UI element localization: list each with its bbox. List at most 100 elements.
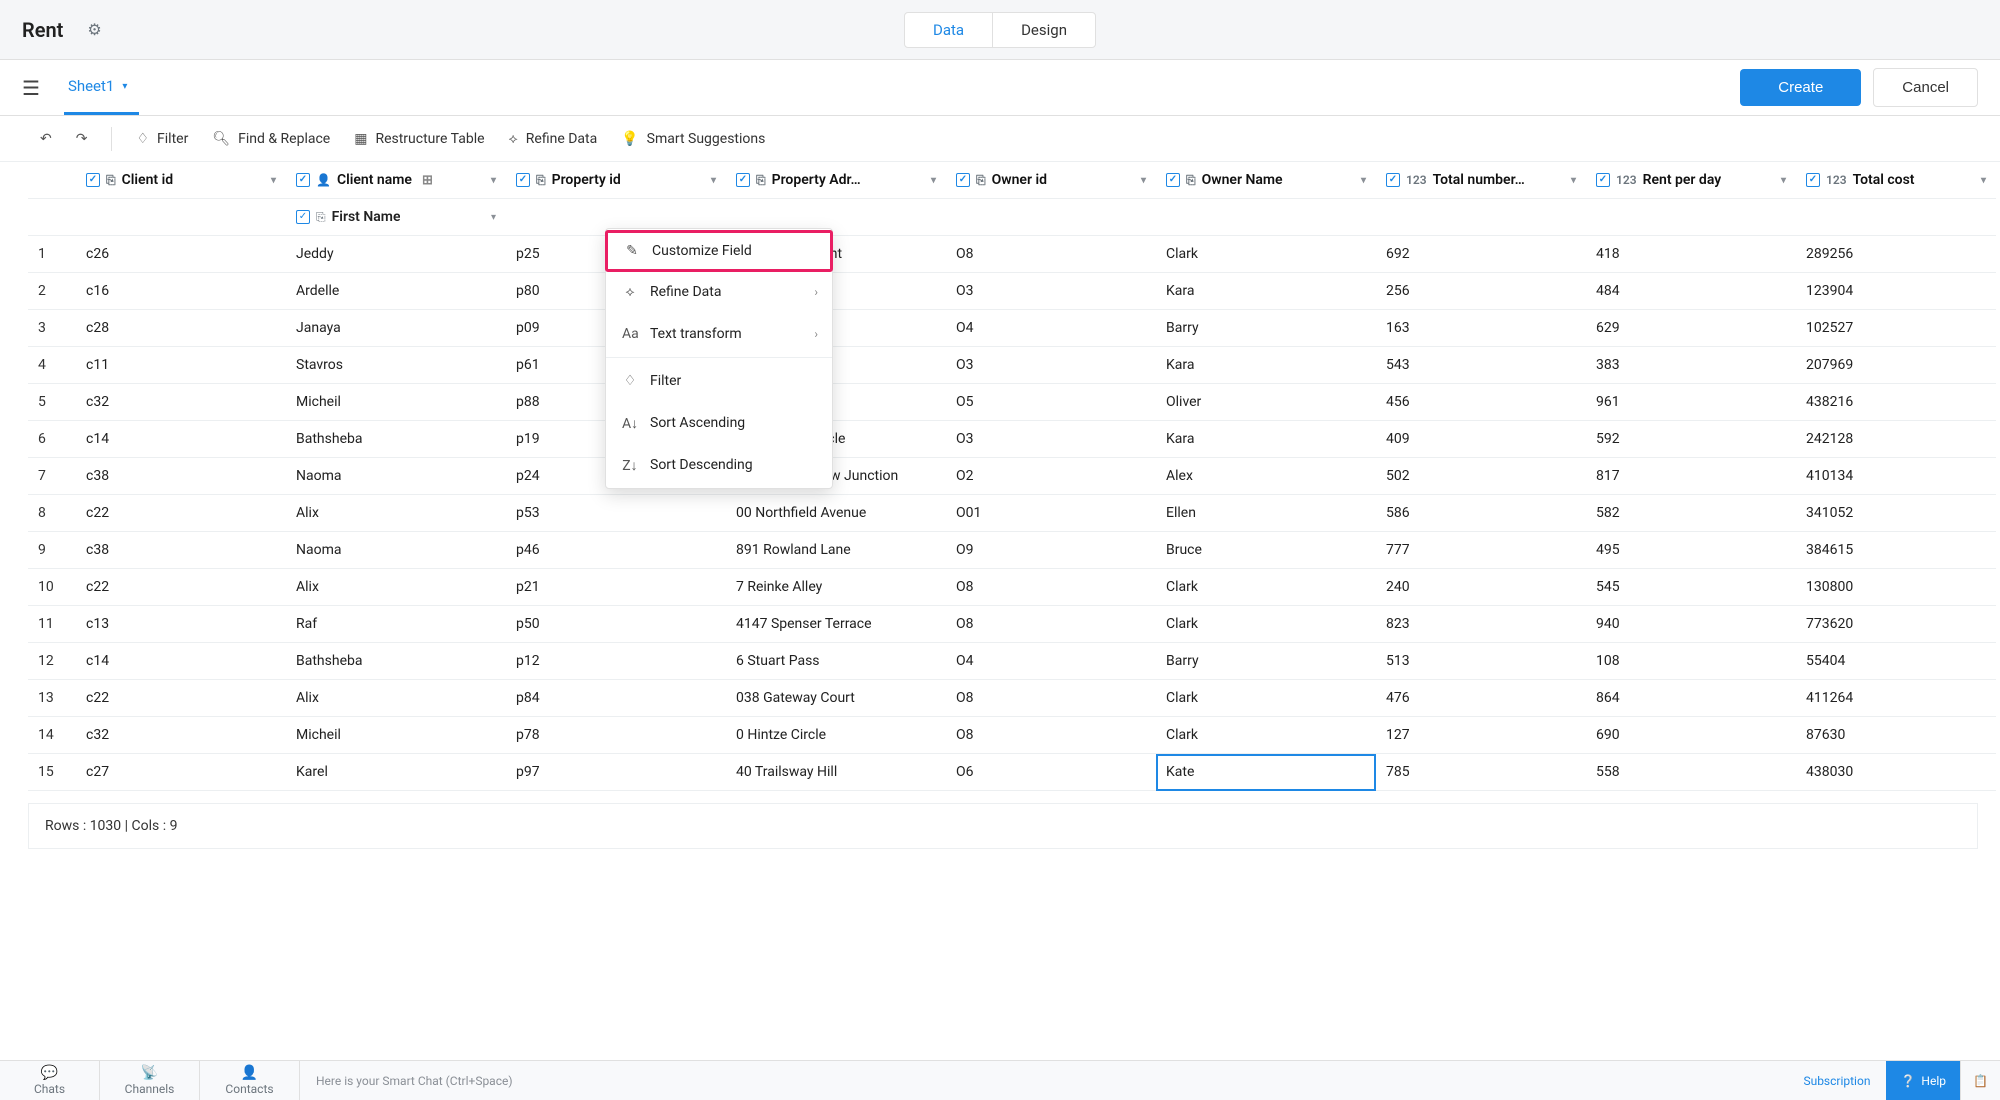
cell[interactable]: 102527: [1796, 310, 1996, 347]
cell[interactable]: c27: [76, 754, 286, 791]
cell[interactable]: 817: [1586, 458, 1796, 495]
cell[interactable]: 410134: [1796, 458, 1996, 495]
tab-data[interactable]: Data: [905, 13, 992, 47]
sheet-tab[interactable]: Sheet1 ▾: [64, 60, 139, 115]
menu-item[interactable]: ✎Customize Field: [605, 230, 833, 272]
cell[interactable]: Kara: [1156, 347, 1376, 384]
undo-button[interactable]: ↶: [40, 131, 52, 147]
cell[interactable]: Naoma: [286, 458, 506, 495]
cell[interactable]: 495: [1586, 532, 1796, 569]
cell[interactable]: O8: [946, 717, 1156, 754]
cell[interactable]: 6 Stuart Pass: [726, 643, 946, 680]
cell[interactable]: Karel: [286, 754, 506, 791]
column-header[interactable]: ✓⎘Property Adr…▾: [726, 162, 946, 199]
cell[interactable]: 87630: [1796, 717, 1996, 754]
cell[interactable]: 418: [1586, 236, 1796, 273]
cell[interactable]: Naoma: [286, 532, 506, 569]
cell[interactable]: 409: [1376, 421, 1586, 458]
help-button[interactable]: ❔ Help: [1886, 1061, 1960, 1100]
cell[interactable]: 823: [1376, 606, 1586, 643]
cell[interactable]: 384615: [1796, 532, 1996, 569]
chats-button[interactable]: 💬 Chats: [0, 1061, 100, 1100]
table-row[interactable]: 7c38Naomap2453 Park Meadow JunctionO2Ale…: [28, 458, 1996, 495]
cancel-button[interactable]: Cancel: [1873, 68, 1978, 107]
cell[interactable]: p78: [506, 717, 726, 754]
cell[interactable]: 411264: [1796, 680, 1996, 717]
cell[interactable]: c22: [76, 569, 286, 606]
cell[interactable]: 4147 Spenser Terrace: [726, 606, 946, 643]
cell[interactable]: 341052: [1796, 495, 1996, 532]
table-row[interactable]: 10c22Alixp217 Reinke AlleyO8Clark2405451…: [28, 569, 1996, 606]
cell[interactable]: 038 Gateway Court: [726, 680, 946, 717]
cell[interactable]: 592: [1586, 421, 1796, 458]
column-header[interactable]: ✓123Total number…▾: [1376, 162, 1586, 199]
cell[interactable]: p46: [506, 532, 726, 569]
checkbox-icon[interactable]: ✓: [736, 173, 750, 187]
cell[interactable]: 629: [1586, 310, 1796, 347]
cell[interactable]: c14: [76, 643, 286, 680]
cell[interactable]: p84: [506, 680, 726, 717]
clipboard-button[interactable]: 📋: [1960, 1061, 2000, 1100]
expand-icon[interactable]: ⊞: [422, 173, 433, 188]
cell[interactable]: 383: [1586, 347, 1796, 384]
cell[interactable]: 558: [1586, 754, 1796, 791]
restructure-table-button[interactable]: ▦Restructure Table: [354, 131, 484, 147]
cell[interactable]: O8: [946, 680, 1156, 717]
menu-item[interactable]: ⟡Refine Data›: [606, 271, 832, 313]
cell[interactable]: c32: [76, 717, 286, 754]
cell[interactable]: Alix: [286, 680, 506, 717]
cell[interactable]: 00 Northfield Avenue: [726, 495, 946, 532]
cell[interactable]: c16: [76, 273, 286, 310]
cell[interactable]: O2: [946, 458, 1156, 495]
cell[interactable]: c14: [76, 421, 286, 458]
table-row[interactable]: 5c32Micheilp88…ld TerraceO5Oliver4569614…: [28, 384, 1996, 421]
cell[interactable]: 891 Rowland Lane: [726, 532, 946, 569]
chevron-down-icon[interactable]: ▾: [931, 175, 936, 186]
table-row[interactable]: 13c22Alixp84038 Gateway CourtO8Clark4768…: [28, 680, 1996, 717]
cell[interactable]: O3: [946, 421, 1156, 458]
column-header[interactable]: ✓⎘Owner id▾: [946, 162, 1156, 199]
column-header[interactable]: ✓⎘Owner Name▾: [1156, 162, 1376, 199]
cell[interactable]: 864: [1586, 680, 1796, 717]
table-row[interactable]: 14c32Micheilp780 Hintze CircleO8Clark127…: [28, 717, 1996, 754]
cell[interactable]: O5: [946, 384, 1156, 421]
cell[interactable]: O8: [946, 569, 1156, 606]
column-header[interactable]: ✓⎘Property id▾: [506, 162, 726, 199]
cell[interactable]: Bruce: [1156, 532, 1376, 569]
checkbox-icon[interactable]: ✓: [296, 173, 310, 187]
cell[interactable]: p21: [506, 569, 726, 606]
cell[interactable]: 692: [1376, 236, 1586, 273]
menu-item[interactable]: AaText transform›: [606, 313, 832, 355]
cell[interactable]: c32: [76, 384, 286, 421]
table-row[interactable]: 9c38Naomap46891 Rowland LaneO9Bruce77749…: [28, 532, 1996, 569]
cell[interactable]: 545: [1586, 569, 1796, 606]
table-row[interactable]: 15c27Karelp9740 Trailsway HillO6Kate7855…: [28, 754, 1996, 791]
table-row[interactable]: 12c14Bathshebap126 Stuart PassO4Barry513…: [28, 643, 1996, 680]
cell[interactable]: 438030: [1796, 754, 1996, 791]
smart-chat-input[interactable]: Here is your Smart Chat (Ctrl+Space): [300, 1074, 1787, 1088]
cell[interactable]: 586: [1376, 495, 1586, 532]
cell[interactable]: O4: [946, 310, 1156, 347]
cell[interactable]: Alex: [1156, 458, 1376, 495]
cell[interactable]: Raf: [286, 606, 506, 643]
table-row[interactable]: 3c28Janayap09…r HillO4Barry163629102527: [28, 310, 1996, 347]
cell[interactable]: Clark: [1156, 569, 1376, 606]
chevron-down-icon[interactable]: ▾: [1141, 175, 1146, 186]
cell[interactable]: O8: [946, 236, 1156, 273]
cell[interactable]: O4: [946, 643, 1156, 680]
table-row[interactable]: 2c16Ardellep80…ort PlaceO3Kara2564841239…: [28, 273, 1996, 310]
cell[interactable]: O01: [946, 495, 1156, 532]
cell[interactable]: 513: [1376, 643, 1586, 680]
cell[interactable]: 785: [1376, 754, 1586, 791]
cell[interactable]: 108: [1586, 643, 1796, 680]
redo-button[interactable]: ↷: [76, 131, 88, 147]
cell[interactable]: O9: [946, 532, 1156, 569]
filter-button[interactable]: ♢Filter: [136, 131, 188, 147]
checkbox-icon[interactable]: ✓: [516, 173, 530, 187]
cell[interactable]: c22: [76, 680, 286, 717]
subscription-link[interactable]: Subscription: [1787, 1074, 1886, 1088]
cell[interactable]: Stavros: [286, 347, 506, 384]
checkbox-icon[interactable]: ✓: [296, 210, 310, 224]
cell[interactable]: Bathsheba: [286, 643, 506, 680]
cell[interactable]: 438216: [1796, 384, 1996, 421]
